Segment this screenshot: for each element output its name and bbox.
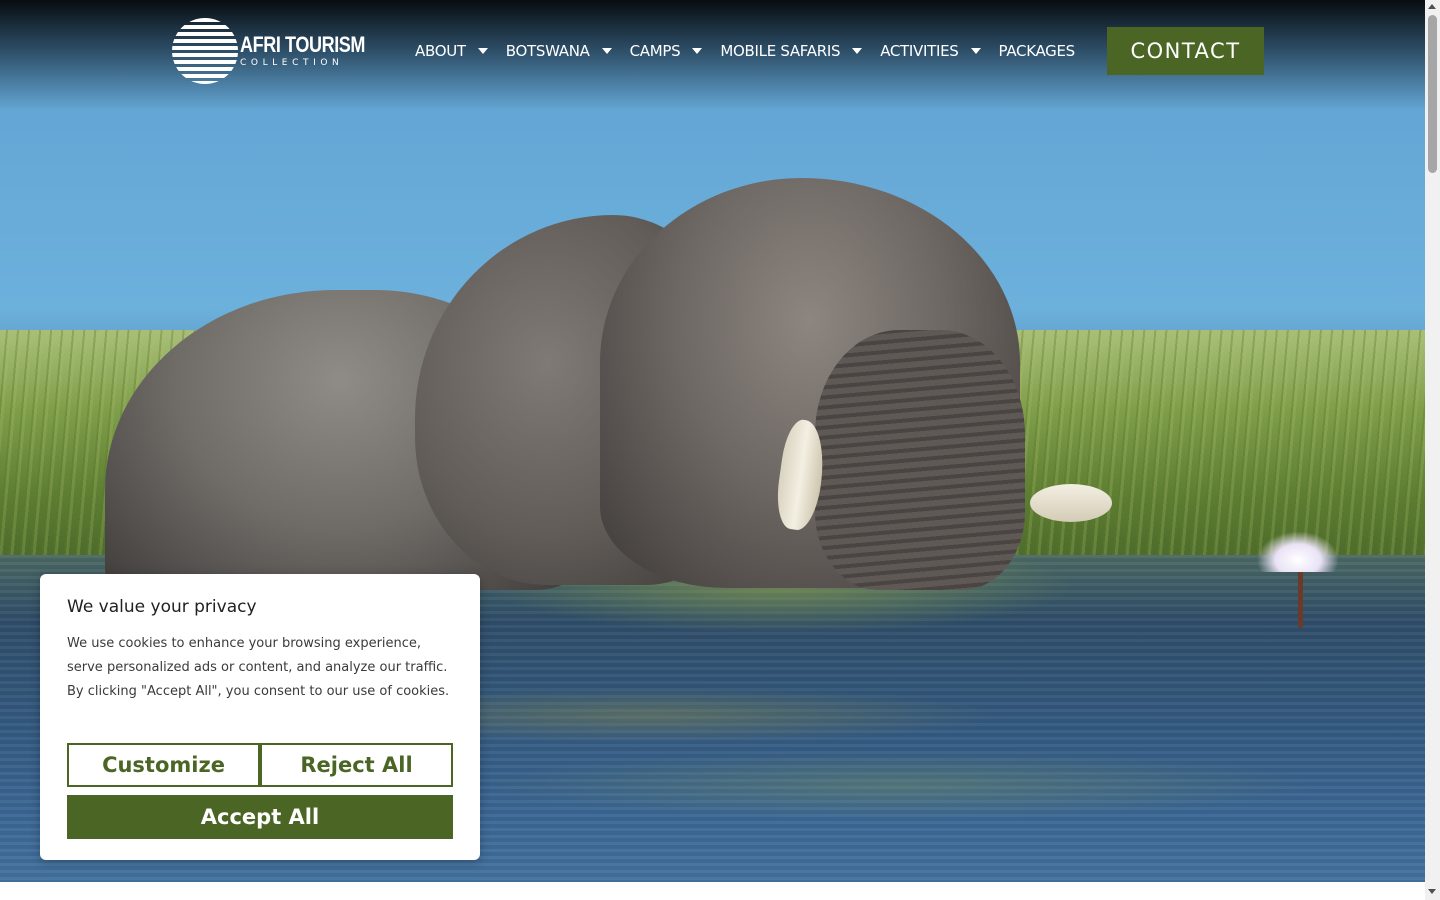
caret-down-icon[interactable] xyxy=(477,48,488,54)
scroll-up-arrow-icon[interactable] xyxy=(1428,4,1436,9)
scroll-down-arrow-icon[interactable] xyxy=(1428,889,1436,894)
site-header: AFRI TOURISM COLLECTION ABOUT BOTSWANA C… xyxy=(0,0,1425,100)
nav-item-label: ABOUT xyxy=(415,42,466,60)
caret-down-icon[interactable] xyxy=(970,48,981,54)
nav-item-about[interactable]: ABOUT xyxy=(415,42,488,60)
nav-item-label: PACKAGES xyxy=(998,42,1076,60)
nav-item-botswana[interactable]: BOTSWANA xyxy=(506,42,612,60)
nav-item-label: BOTSWANA xyxy=(505,42,590,60)
caret-down-icon[interactable] xyxy=(601,48,612,54)
cookie-consent-banner: We value your privacy We use cookies to … xyxy=(40,574,480,860)
caret-down-icon[interactable] xyxy=(692,48,703,54)
page: AFRI TOURISM COLLECTION ABOUT BOTSWANA C… xyxy=(0,0,1440,900)
logo-text: AFRI TOURISM COLLECTION xyxy=(240,31,392,69)
reject-all-button[interactable]: Reject All xyxy=(260,743,453,787)
cookie-secondary-actions: Customize Reject All xyxy=(67,743,453,787)
cookie-title: We value your privacy xyxy=(67,597,257,617)
logo-icon xyxy=(172,18,238,84)
customize-button[interactable]: Customize xyxy=(67,743,260,787)
caret-down-icon[interactable] xyxy=(852,48,863,54)
nav-item-label: CAMPS xyxy=(629,42,681,60)
cookie-description: We use cookies to enhance your browsing … xyxy=(67,636,450,699)
nav-item-mobile-safaris[interactable]: MOBILE SAFARIS xyxy=(720,42,863,60)
contact-button[interactable]: CONTACT xyxy=(1107,27,1264,75)
nav-item-packages[interactable]: PACKAGES xyxy=(998,42,1076,60)
elephant-trunk xyxy=(815,330,1025,590)
main-nav: ABOUT BOTSWANA CAMPS MOBILE SAFARIS ACTI… xyxy=(415,38,1093,64)
nav-item-label: ACTIVITIES xyxy=(880,42,959,60)
nav-item-camps[interactable]: CAMPS xyxy=(630,42,703,60)
water-lily-stem xyxy=(1298,568,1303,628)
nav-item-label: MOBILE SAFARIS xyxy=(720,42,841,60)
water-lily xyxy=(1258,532,1338,572)
scrollbar-thumb[interactable] xyxy=(1428,15,1437,173)
elephant-tusk-right xyxy=(1030,484,1112,522)
accept-all-button[interactable]: Accept All xyxy=(67,795,453,839)
nav-item-activities[interactable]: ACTIVITIES xyxy=(880,42,981,60)
logo-subtitle: COLLECTION xyxy=(240,57,344,68)
site-logo[interactable]: AFRI TOURISM COLLECTION xyxy=(172,18,392,84)
page-scrollbar[interactable] xyxy=(1425,0,1440,900)
logo-title: AFRI TOURISM xyxy=(240,31,366,57)
